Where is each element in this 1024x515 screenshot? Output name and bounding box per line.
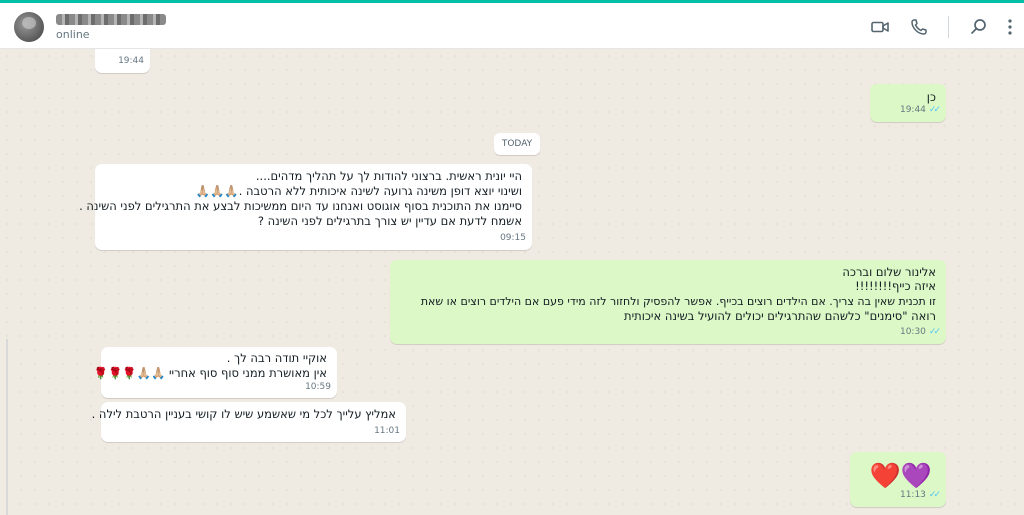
message-time: 19:44 ✓✓ [899,105,941,115]
message-text: אמליץ עלייך לכל מי שאשמע שיש לו קושי בענ… [91,407,396,421]
message-time: 11:01 [374,426,400,436]
menu-icon[interactable] [1000,17,1020,37]
message-text-line: אלינור שלום וברכה [842,265,936,279]
message-bubble-incoming[interactable]: 19:44 [95,49,150,73]
message-bubble-outgoing[interactable]: כן 19:44 ✓✓ [870,84,946,122]
contact-avatar[interactable] [14,12,44,42]
message-bubble-incoming[interactable]: אמליץ עלייך לכל מי שאשמע שיש לו קושי בענ… [92,402,406,442]
selection-indicator [6,339,8,515]
contact-status: online [56,28,90,41]
message-text-line: אין מאושרת ממני סוף סוף אחריי 🙏🏼🙏🏼🌹🌹🌹 [93,366,327,380]
message-time: 09:15 [500,233,526,243]
message-time: 19:44 [118,56,144,66]
message-time: 10:59 [305,382,331,392]
read-receipt-icon: ✓✓ [928,490,941,500]
message-emoji: ❤️💜 [869,461,932,490]
chat-header[interactable]: online [0,3,1024,49]
message-text-line: איזה כייף!!!!!!!! [855,279,936,293]
message-text-line: רואה "סימנים" כלשהם שהתרגילים יכולים להו… [624,309,936,323]
message-time: 11:13 ✓✓ [899,490,941,500]
message-bubble-outgoing[interactable]: אלינור שלום וברכה איזה כייף!!!!!!!! זו ת… [390,260,946,344]
message-text-line: סיימנו את התוכנית בסוף אוגוסט ואנחנו עד … [79,199,522,213]
message-bubble-incoming[interactable]: היי יונית ראשית. ברצוני להודות לך על תהל… [79,164,532,250]
read-receipt-icon: ✓✓ [928,327,941,337]
message-text-line: אשמח לדעת אם עדיין יש צורך בתרגילים לפני… [257,214,522,228]
message-text-line: זו תכנית שאין בה צריך. אם הילדים רוצים ב… [420,295,936,308]
message-bubble-incoming[interactable]: אוקיי תודה רבה לך . אין מאושרת ממני סוף … [94,347,337,398]
chat-area[interactable]: 19:44 כן 19:44 ✓✓ TODAY היי יונית ראשית. … [0,49,1024,515]
contact-name-redacted[interactable] [56,14,166,25]
date-divider: TODAY [494,133,540,155]
voice-call-icon[interactable] [909,17,929,37]
message-text-line: אוקיי תודה רבה לך . [226,351,327,365]
message-text-line: ושינוי יוצא דופן משינה גרועה לשינה איכות… [195,184,522,198]
header-divider [948,16,949,38]
video-call-icon[interactable] [870,17,890,37]
message-time: 10:30 ✓✓ [899,327,941,337]
message-bubble-outgoing[interactable]: ❤️💜 11:13 ✓✓ [850,452,946,507]
search-icon[interactable] [969,17,989,37]
message-text-line: היי יונית ראשית. ברצוני להודות לך על תהל… [255,169,522,183]
read-receipt-icon: ✓✓ [928,105,941,115]
